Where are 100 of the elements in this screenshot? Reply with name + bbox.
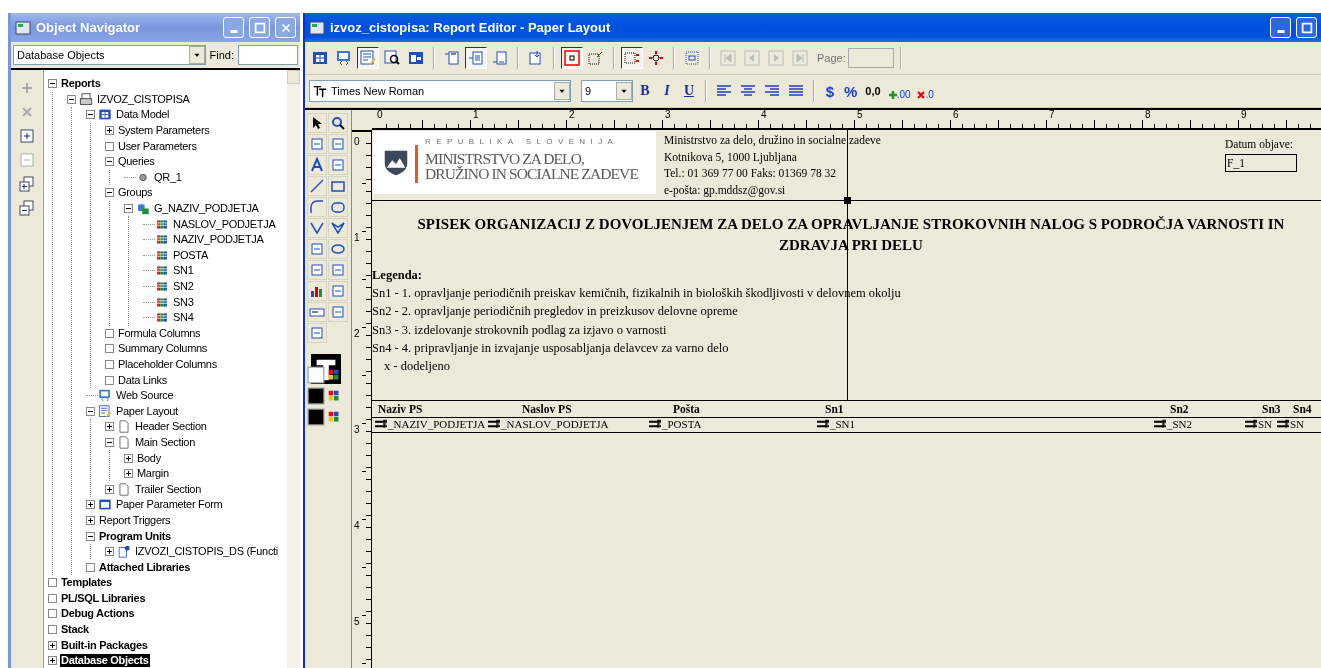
currency-button[interactable]: $ bbox=[821, 80, 839, 102]
tree-item[interactable]: Trailer Section bbox=[134, 482, 202, 496]
collapse-toggle[interactable] bbox=[86, 406, 95, 416]
empty-node-box[interactable] bbox=[86, 562, 95, 572]
empty-node-box[interactable] bbox=[105, 328, 114, 338]
min-button[interactable] bbox=[1270, 17, 1291, 38]
empty-node-box[interactable] bbox=[105, 360, 114, 369]
tree-item[interactable]: Main Section bbox=[134, 435, 196, 449]
tree-item[interactable]: Stack bbox=[60, 623, 90, 637]
line-color-icon[interactable] bbox=[328, 390, 340, 402]
tree-item[interactable]: Data Model bbox=[115, 108, 171, 122]
add-decimal-button[interactable]: .00 bbox=[885, 80, 913, 102]
empty-node-box[interactable] bbox=[48, 578, 57, 588]
color-swatch[interactable] bbox=[307, 366, 325, 384]
color-swatch[interactable] bbox=[307, 387, 325, 405]
empty-node-box[interactable] bbox=[105, 344, 114, 354]
tree-item[interactable]: Margin bbox=[136, 467, 170, 481]
font-dropdown[interactable]: Times New Roman bbox=[309, 80, 571, 102]
collapse-toggle[interactable] bbox=[105, 188, 114, 198]
tree-item[interactable]: SN4 bbox=[172, 311, 195, 325]
remove-decimal-button[interactable]: .0 bbox=[914, 80, 936, 102]
empty-node-box[interactable] bbox=[48, 609, 57, 619]
bold-button[interactable]: B bbox=[635, 80, 655, 102]
arc-tool-icon[interactable] bbox=[309, 199, 325, 215]
empty-node-box[interactable] bbox=[105, 375, 114, 385]
italic-button[interactable]: I bbox=[657, 80, 677, 102]
tree-item[interactable]: Program Units bbox=[98, 529, 172, 543]
tree-item[interactable]: QR_1 bbox=[153, 170, 183, 184]
tree-item[interactable]: Web Source bbox=[115, 389, 175, 403]
underline-button[interactable]: U bbox=[679, 80, 699, 102]
confine-button[interactable] bbox=[561, 47, 583, 69]
tree-item[interactable]: Reports bbox=[60, 77, 102, 91]
tree-item[interactable]: SN2 bbox=[172, 280, 195, 293]
tree-item[interactable]: SN1 bbox=[172, 264, 195, 278]
tree-item[interactable]: PL/SQL Libraries bbox=[60, 591, 147, 605]
tree-item[interactable]: Formula Columns bbox=[117, 326, 202, 340]
tree-item[interactable]: Report Triggers bbox=[98, 513, 172, 527]
collapse-toggle[interactable] bbox=[86, 110, 95, 120]
magnifier-tool-icon[interactable] bbox=[330, 115, 346, 131]
tree-item[interactable]: NAZIV_PODJETJA bbox=[172, 233, 265, 247]
collapse-toggle[interactable] bbox=[67, 94, 76, 104]
ellipse-tool-icon[interactable] bbox=[330, 241, 346, 257]
empty-node-box[interactable] bbox=[48, 625, 57, 635]
expand-toggle[interactable] bbox=[105, 422, 114, 432]
tree-item[interactable]: Database Objects bbox=[60, 654, 150, 668]
expand-toggle[interactable] bbox=[48, 656, 57, 666]
scrollbar[interactable] bbox=[287, 70, 300, 668]
color-swatch[interactable] bbox=[307, 408, 325, 426]
paper-layout-button[interactable] bbox=[357, 47, 379, 69]
expand-toggle[interactable] bbox=[86, 500, 95, 510]
find-field[interactable] bbox=[238, 45, 298, 65]
collapse-toggle[interactable] bbox=[105, 437, 114, 447]
fill-color-icon[interactable] bbox=[328, 369, 340, 381]
view-dropdown[interactable]: Database Objects bbox=[13, 45, 206, 65]
tree-item[interactable]: IZVOZI_CISTOPIS_DS (Functi bbox=[134, 545, 279, 559]
empty-node-box[interactable] bbox=[105, 141, 114, 151]
tree-item[interactable]: Built-in Packages bbox=[60, 638, 149, 652]
tree-item[interactable]: Templates bbox=[60, 576, 113, 590]
expand-toggle[interactable] bbox=[105, 484, 114, 494]
expand-toggle[interactable] bbox=[124, 469, 133, 479]
tree-item[interactable]: SN3 bbox=[172, 295, 195, 309]
tree-item[interactable]: Queries bbox=[117, 155, 156, 169]
tree-item[interactable]: Debug Actions bbox=[60, 607, 136, 621]
expand-toggle[interactable] bbox=[48, 640, 57, 650]
polygon-tool-icon[interactable] bbox=[330, 220, 346, 236]
expand-toggle[interactable] bbox=[124, 453, 133, 463]
expand-all-icon[interactable] bbox=[19, 176, 35, 192]
select-parent-button[interactable] bbox=[621, 47, 643, 69]
collapse-toggle[interactable] bbox=[124, 204, 133, 214]
tree-item[interactable]: Body bbox=[136, 451, 162, 465]
percent-button[interactable]: % bbox=[841, 80, 861, 102]
expand-toggle[interactable] bbox=[86, 515, 95, 525]
tree-item[interactable]: System Parameters bbox=[117, 124, 211, 138]
tree-item[interactable]: Summary Columns bbox=[117, 342, 209, 356]
max-button[interactable] bbox=[1296, 17, 1317, 38]
expand-icon[interactable] bbox=[19, 128, 35, 144]
expand-toggle[interactable] bbox=[105, 547, 114, 557]
comma-button[interactable]: 0,0 bbox=[862, 80, 884, 102]
tree-item[interactable]: IZVOZ_CISTOPISA bbox=[96, 92, 191, 106]
tree-item[interactable]: Header Section bbox=[134, 420, 208, 434]
tree-item[interactable]: Data Links bbox=[117, 373, 168, 387]
tree-item[interactable]: Placeholder Columns bbox=[117, 358, 218, 371]
collapse-toggle[interactable] bbox=[105, 157, 114, 167]
polyline-tool-icon[interactable] bbox=[309, 220, 325, 236]
font-size-dropdown[interactable]: 9 bbox=[581, 80, 633, 102]
tree-item[interactable]: Groups bbox=[117, 186, 154, 200]
tree-item[interactable]: User Parameters bbox=[117, 139, 198, 153]
collapse-all-icon[interactable] bbox=[19, 200, 35, 216]
empty-node-box[interactable] bbox=[48, 593, 57, 603]
main-section-button[interactable] bbox=[465, 47, 487, 69]
tree-item[interactable]: G_NAZIV_PODJETJA bbox=[153, 202, 260, 216]
expand-toggle[interactable] bbox=[105, 126, 114, 136]
collapse-toggle[interactable] bbox=[48, 79, 57, 89]
tree-item[interactable]: Paper Parameter Form bbox=[115, 498, 224, 512]
rectangle-tool-icon[interactable] bbox=[330, 178, 346, 194]
selection-handle[interactable] bbox=[844, 197, 851, 204]
line-tool-icon[interactable] bbox=[309, 178, 325, 194]
tree-item[interactable]: NASLOV_PODJETJA bbox=[172, 217, 277, 231]
collapse-toggle[interactable] bbox=[86, 531, 95, 541]
tree-item[interactable]: POSTA bbox=[172, 248, 209, 262]
